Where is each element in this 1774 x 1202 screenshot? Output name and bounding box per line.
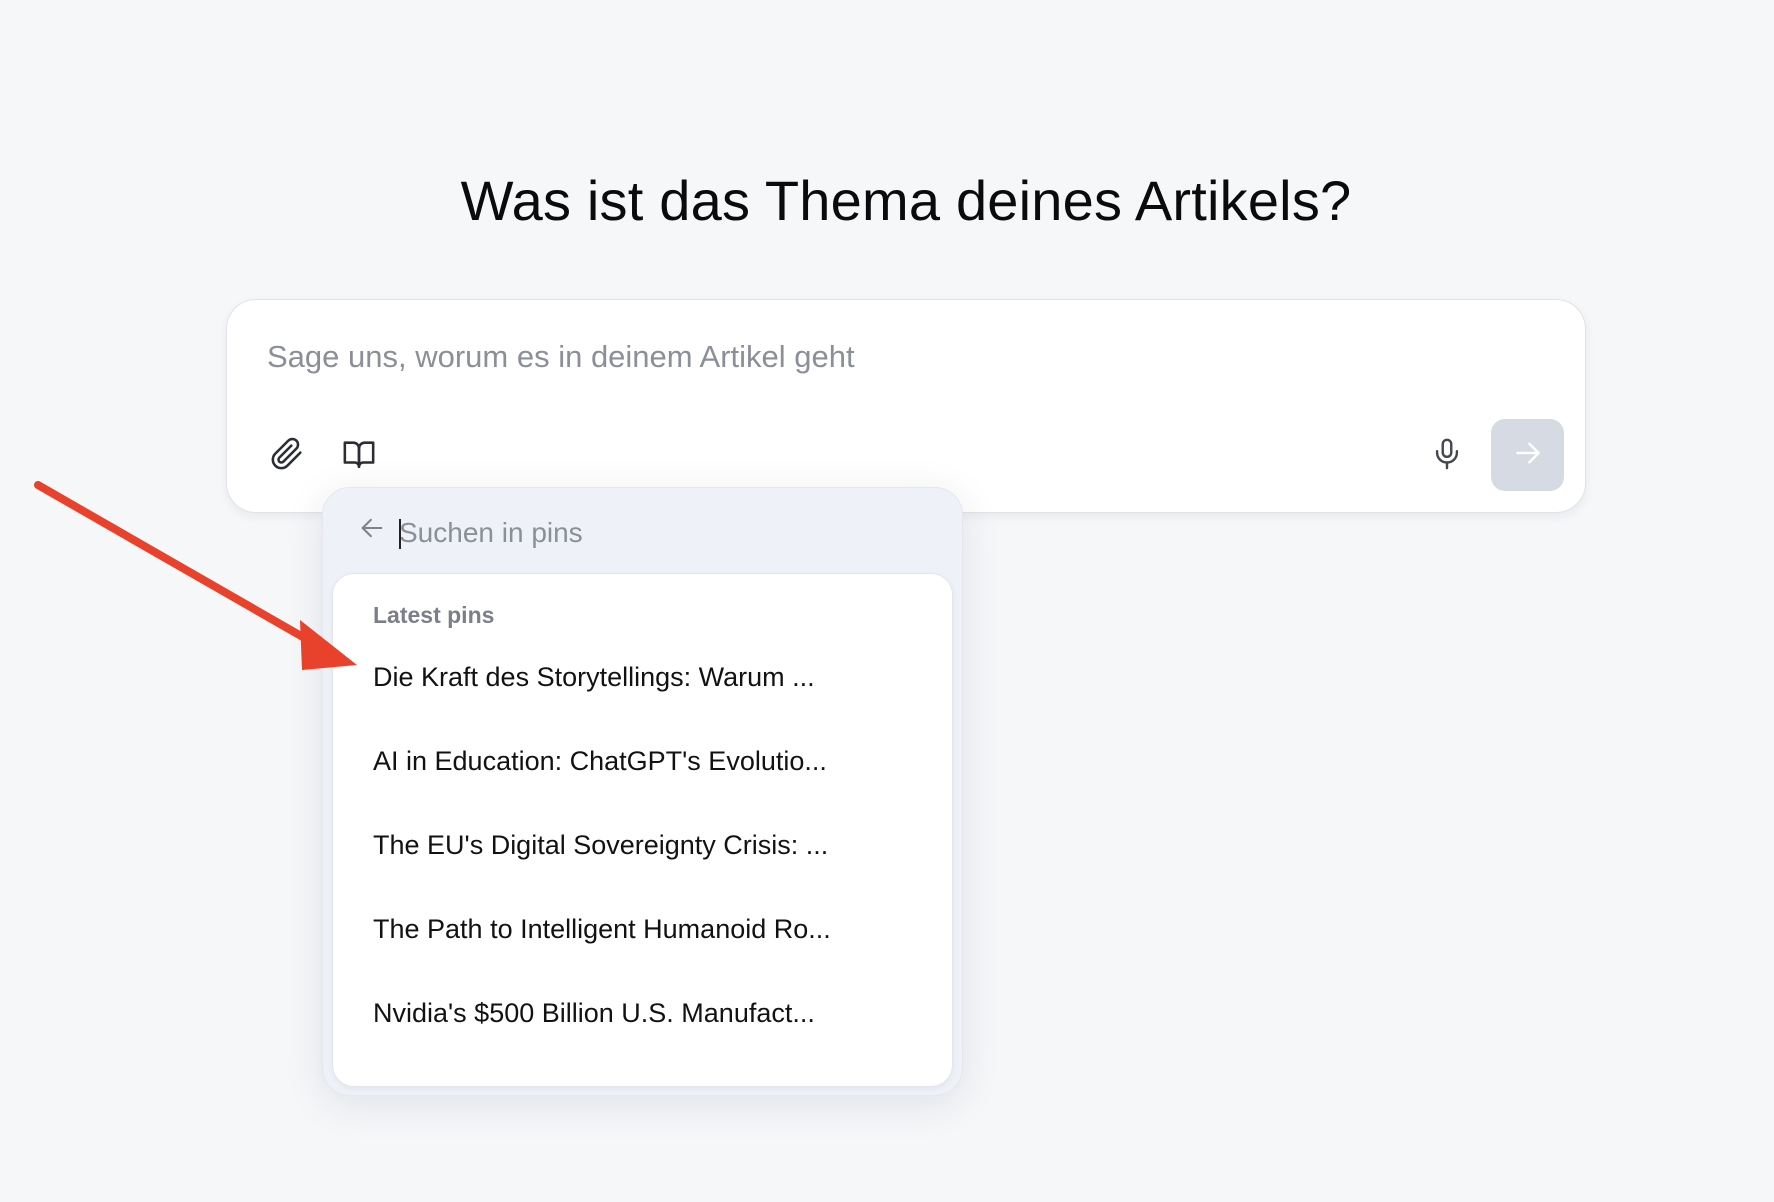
pin-items: Die Kraft des Storytellings: Warum ... A… [333, 652, 952, 1072]
voice-input-button[interactable] [1423, 430, 1471, 478]
paperclip-icon [270, 437, 304, 471]
microphone-icon [1430, 437, 1464, 471]
topic-input[interactable] [267, 332, 1367, 382]
pin-item[interactable]: The Path to Intelligent Humanoid Ro... [333, 904, 952, 988]
pin-section-label: Latest pins [373, 602, 495, 628]
pin-item[interactable]: Die Kraft des Storytellings: Warum ... [333, 652, 952, 736]
pin-list: Latest pins Die Kraft des Storytellings:… [332, 573, 953, 1087]
pin-item[interactable]: AI in Education: ChatGPT's Evolutio... [333, 736, 952, 820]
pin-item[interactable]: The EU's Digital Sovereignty Crisis: ... [333, 820, 952, 904]
pin-search-input[interactable] [399, 510, 919, 556]
page-title: Was ist das Thema deines Artikels? [460, 169, 1352, 232]
arrow-right-icon [1512, 437, 1544, 474]
knowledge-button[interactable] [335, 430, 383, 478]
back-button[interactable] [350, 508, 394, 552]
book-open-icon [342, 437, 376, 471]
arrow-left-icon [358, 514, 386, 547]
send-button[interactable] [1491, 419, 1564, 491]
pin-picker-popover: Latest pins Die Kraft des Storytellings:… [322, 487, 963, 1096]
prompt-composer [226, 299, 1586, 513]
pin-item[interactable]: Nvidia's $500 Billion U.S. Manufact... [333, 988, 952, 1072]
text-caret [399, 519, 401, 549]
page: Was ist das Thema deines Artikels? Sage … [0, 0, 1774, 1202]
pin-search-row [323, 488, 962, 576]
attach-button[interactable] [263, 430, 311, 478]
